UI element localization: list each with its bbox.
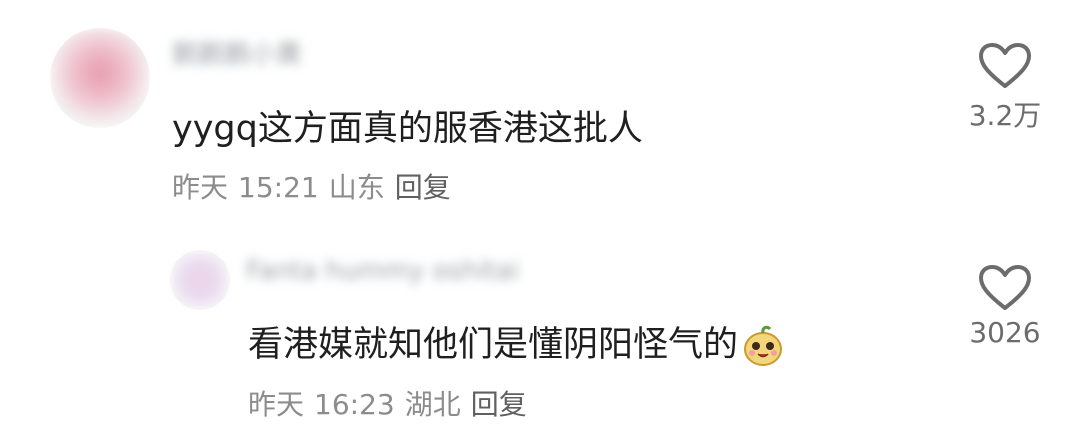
comment-text: yygq这方面真的服香港这批人 [172, 109, 643, 149]
username[interactable]: 鹅鹅鹅小黄 [172, 34, 302, 71]
comment-text: 看港媒就知他们是懂阴阳怪气的 [248, 325, 739, 365]
avatar[interactable] [170, 250, 230, 310]
avatar[interactable] [50, 28, 150, 128]
reply-button[interactable]: 回复 [395, 171, 451, 204]
heart-icon [979, 43, 1031, 88]
like-count: 3026 [969, 316, 1041, 349]
heart-icon [979, 265, 1031, 310]
like-button[interactable]: 3.2万 [955, 42, 1055, 134]
comment-date: 昨天 [248, 388, 305, 421]
reply-button[interactable]: 回复 [471, 388, 527, 421]
username[interactable]: Fanta hummy oshitai [246, 256, 519, 286]
comment-time: 15:21 [238, 171, 319, 204]
doge-bean-emoji-icon [744, 325, 783, 366]
comment-meta: 昨天 15:21 山东 回复 [172, 166, 461, 206]
comment-time: 16:23 [314, 388, 395, 421]
like-count: 3.2万 [968, 99, 1042, 132]
comment-text-container: 看港媒就知他们是懂阴阳怪气的 [248, 316, 786, 369]
comment-location: 山东 [328, 171, 385, 204]
comment-location: 湖北 [404, 388, 461, 421]
comment-date: 昨天 [172, 171, 229, 204]
like-button[interactable]: 3026 [955, 264, 1055, 349]
comment-meta: 昨天 16:23 湖北 回复 [248, 383, 537, 423]
